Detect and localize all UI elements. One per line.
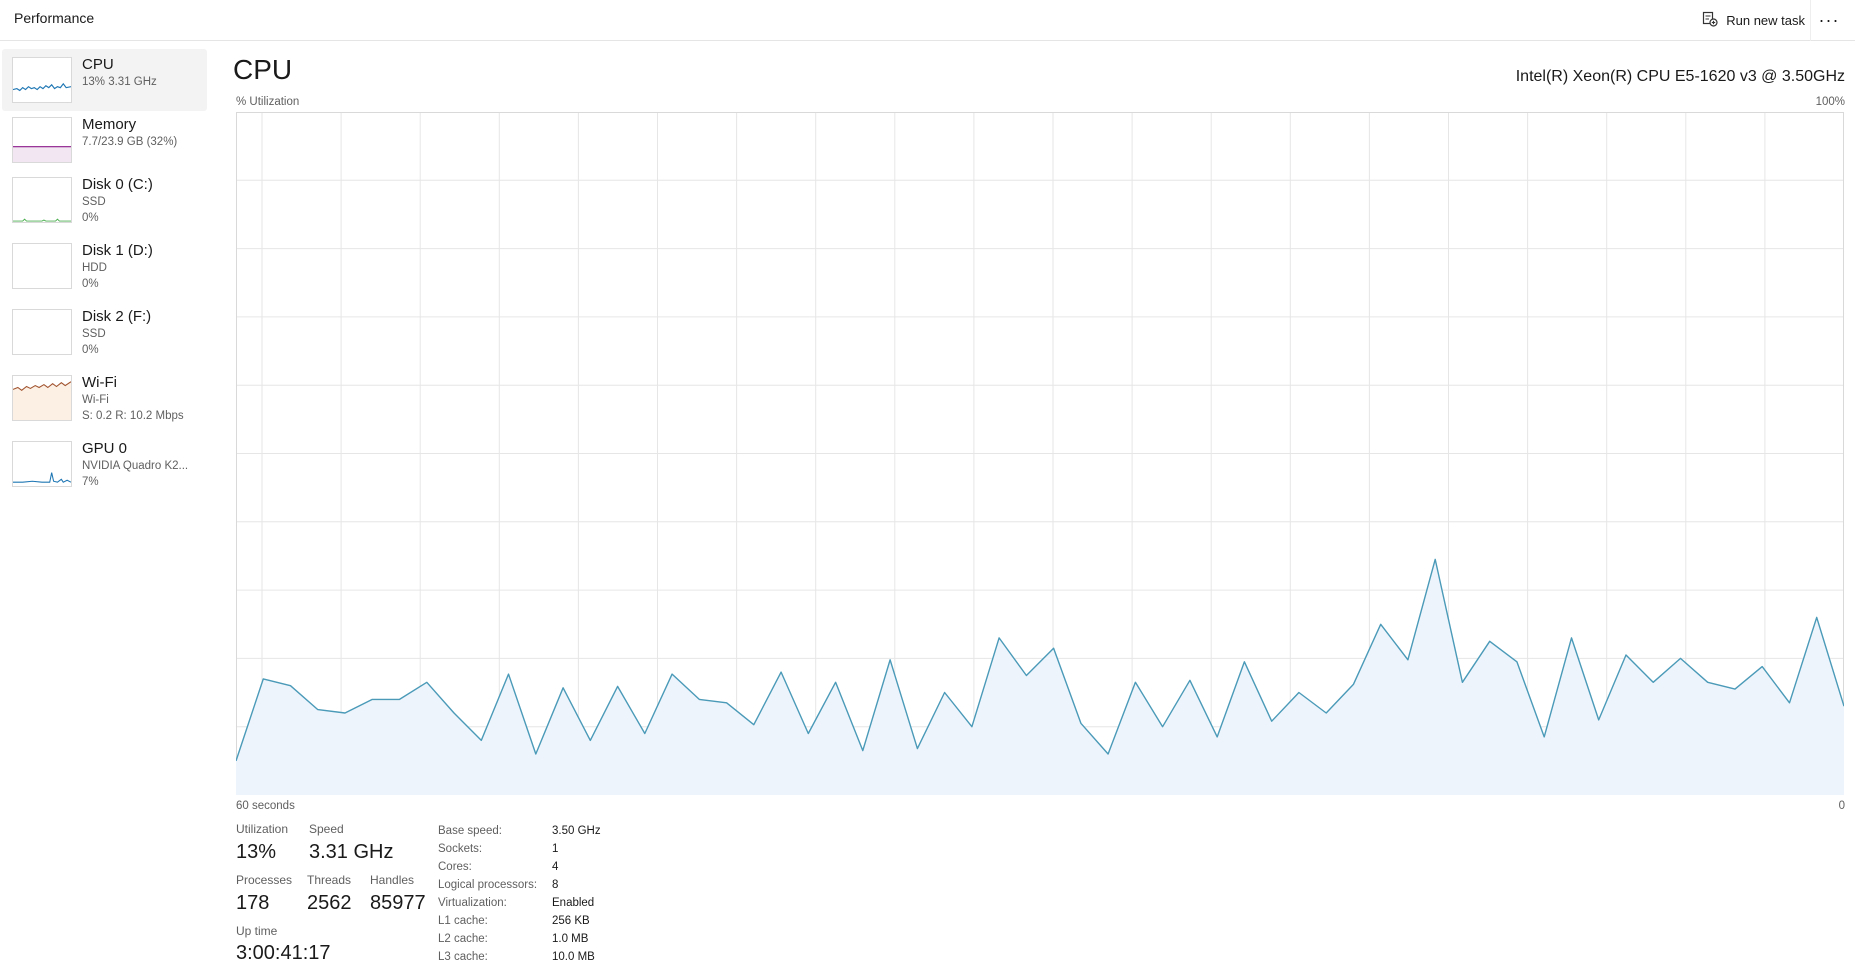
sidebar-item-detail: HDD: [82, 262, 107, 274]
sidebar-item-value: S: 0.2 R: 10.2 Mbps: [82, 410, 184, 422]
sidebar-item-value: 0%: [82, 212, 99, 224]
sidebar-item-value: 0%: [82, 344, 99, 356]
detail-key: L1 cache:: [438, 915, 488, 927]
sidebar-item-value: 7%: [82, 476, 99, 488]
wifi-thumbnail-graph: [12, 375, 72, 421]
run-new-task-label: Run new task: [1726, 12, 1805, 28]
detail-row: Logical processors: 8: [438, 876, 601, 894]
sidebar-item-name: Disk 1 (D:): [82, 242, 153, 259]
x-axis-end-label: 0: [1838, 800, 1845, 812]
sidebar-item-gpu-0[interactable]: GPU 0 NVIDIA Quadro K2... 7%: [2, 433, 207, 495]
handles-label: Handles: [370, 873, 415, 887]
utilization-label: Utilization: [236, 822, 289, 836]
run-task-icon: [1702, 11, 1718, 30]
sidebar-item-name: CPU: [82, 56, 114, 73]
detail-value: 1: [552, 843, 559, 855]
detail-row: Sockets: 1: [438, 840, 601, 858]
detail-key: Base speed:: [438, 825, 502, 837]
detail-value: Enabled: [552, 897, 595, 909]
processes-label: Processes: [236, 873, 293, 887]
disk-1-thumbnail-graph: [12, 243, 72, 289]
sidebar-item-disk-2[interactable]: Disk 2 (F:) SSD 0%: [2, 301, 207, 363]
detail-row: L2 cache: 1.0 MB: [438, 930, 601, 948]
disk-2-thumbnail-graph: [12, 309, 72, 355]
sidebar-item-memory[interactable]: Memory 7.7/23.9 GB (32%): [2, 109, 207, 171]
detail-row: Base speed: 3.50 GHz: [438, 822, 601, 840]
handles-value: 85977: [370, 892, 426, 914]
detail-row: L1 cache: 256 KB: [438, 912, 601, 930]
y-axis-label: % Utilization: [236, 96, 300, 108]
sidebar-item-name: Memory: [82, 116, 137, 133]
speed-value: 3.31 GHz: [309, 841, 394, 863]
sidebar-item-detail: 7.7/23.9 GB (32%): [82, 136, 178, 148]
detail-key: Virtualization:: [438, 897, 507, 909]
sidebar-item-detail: Wi-Fi: [82, 394, 109, 406]
detail-key: L2 cache:: [438, 933, 488, 945]
detail-value: 4: [552, 861, 559, 873]
memory-thumbnail-graph: [12, 117, 72, 163]
cpu-utilization-graph: [236, 112, 1844, 795]
sidebar-item-name: Wi-Fi: [82, 374, 117, 391]
sidebar-item-value: 0%: [82, 278, 99, 290]
uptime-value: 3:00:41:17: [236, 942, 331, 964]
sidebar-item-detail: SSD: [82, 328, 106, 340]
title-bar: Performance Run new task ···: [0, 0, 1855, 41]
run-new-task-button[interactable]: Run new task: [1702, 7, 1805, 33]
detail-value: 3.50 GHz: [552, 825, 601, 837]
cpu-details-table: Base speed: 3.50 GHz Sockets: 1 Cores: 4 Lo…: [438, 822, 601, 966]
sidebar-item-disk-1[interactable]: Disk 1 (D:) HDD 0%: [2, 235, 207, 297]
threads-value: 2562: [307, 892, 352, 914]
threads-label: Threads: [307, 873, 352, 887]
sidebar-item-detail: 13% 3.31 GHz: [82, 76, 157, 88]
sidebar-item-name: GPU 0: [82, 440, 128, 457]
detail-row: Cores: 4: [438, 858, 601, 876]
detail-value: 8: [552, 879, 559, 891]
detail-key: Logical processors:: [438, 879, 538, 891]
gpu-0-thumbnail-graph: [12, 441, 72, 487]
toolbar-divider: [1810, 0, 1811, 41]
sidebar-item-disk-0[interactable]: Disk 0 (C:) SSD 0%: [2, 169, 207, 231]
section-title: CPU: [233, 54, 293, 85]
sidebar-item-wifi[interactable]: Wi-Fi Wi-Fi S: 0.2 R: 10.2 Mbps: [2, 367, 207, 429]
cpu-model-name: Intel(R) Xeon(R) CPU E5-1620 v3 @ 3.50GH…: [1515, 68, 1845, 85]
detail-key: Cores:: [438, 861, 472, 873]
more-options-button[interactable]: ···: [1815, 7, 1843, 33]
processes-value: 178: [236, 892, 270, 914]
detail-key: L3 cache:: [438, 951, 488, 963]
sidebar-item-name: Disk 2 (F:): [82, 308, 152, 325]
detail-key: Sockets:: [438, 843, 483, 855]
detail-value: 1.0 MB: [552, 933, 589, 945]
utilization-area: [236, 559, 1844, 795]
sidebar-item-name: Disk 0 (C:): [82, 176, 153, 193]
y-axis-max-label: 100%: [1815, 96, 1845, 108]
sidebar-item-cpu[interactable]: CPU 13% 3.31 GHz: [2, 49, 207, 111]
detail-value: 10.0 MB: [552, 951, 595, 963]
detail-value: 256 KB: [552, 915, 590, 927]
uptime-label: Up time: [236, 924, 278, 938]
utilization-value: 13%: [236, 841, 277, 863]
speed-label: Speed: [309, 822, 344, 836]
page-title: Performance: [14, 10, 95, 26]
detail-row: L3 cache: 10.0 MB: [438, 948, 601, 966]
x-axis-start-label: 60 seconds: [236, 800, 295, 812]
cpu-thumbnail-graph: [12, 57, 72, 103]
sidebar-item-detail: SSD: [82, 196, 106, 208]
detail-row: Virtualization: Enabled: [438, 894, 601, 912]
disk-0-thumbnail-graph: [12, 177, 72, 223]
sidebar-item-detail: NVIDIA Quadro K2...: [82, 460, 189, 472]
